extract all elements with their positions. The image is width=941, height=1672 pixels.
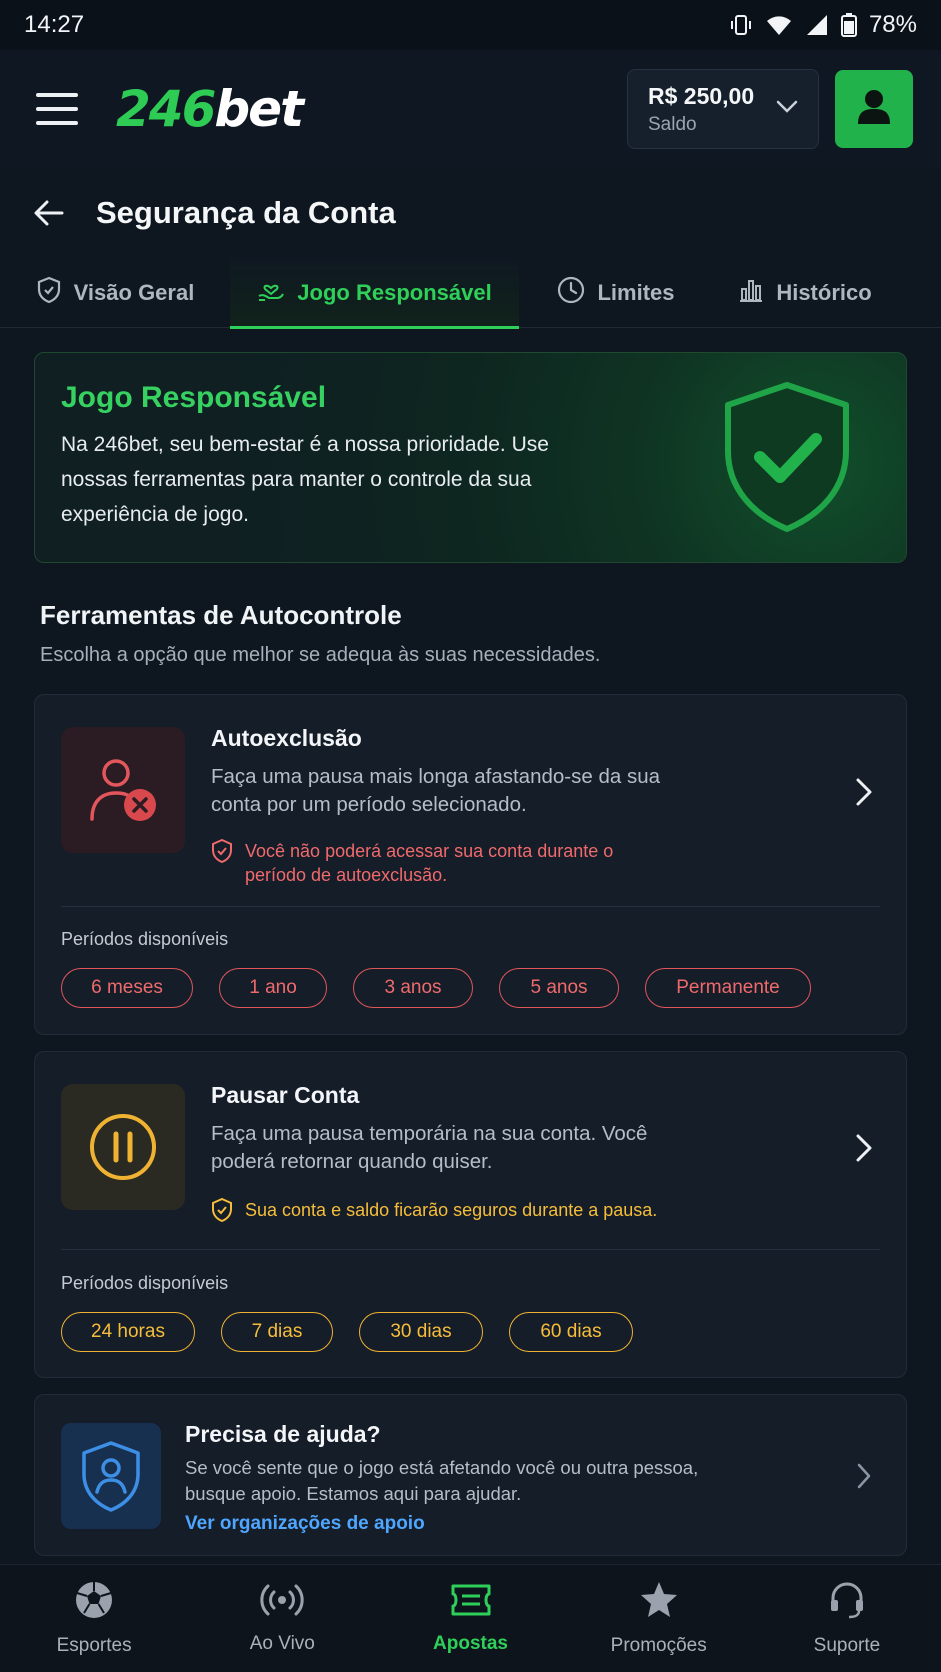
- period-chip-30-dias[interactable]: 30 dias: [359, 1312, 483, 1352]
- pause-account-description: Faça uma pausa temporária na sua conta. …: [211, 1122, 648, 1173]
- balance-dropdown[interactable]: R$ 250,00 Saldo: [627, 69, 819, 149]
- shield-check-small-icon: [211, 1197, 233, 1228]
- shield-icon: [36, 276, 62, 310]
- period-chip-5-anos[interactable]: 5 anos: [499, 968, 619, 1008]
- help-card[interactable]: Precisa de ajuda? Se você sente que o jo…: [34, 1394, 907, 1556]
- status-time: 14:27: [24, 11, 85, 38]
- pause-account-note: Sua conta e saldo ficarão seguros durant…: [211, 1197, 691, 1228]
- pause-icon: [61, 1084, 185, 1210]
- hand-heart-icon: [257, 276, 285, 310]
- bet-ticket-icon: [450, 1582, 492, 1623]
- tab-jogo-responsavel[interactable]: Jogo Responsável: [230, 258, 519, 329]
- chevron-right-icon[interactable]: [854, 1133, 874, 1168]
- soccer-ball-icon: [74, 1580, 114, 1625]
- menu-icon[interactable]: [36, 93, 78, 125]
- status-icons: 78%: [729, 11, 917, 39]
- self-exclusion-card[interactable]: Autoexclusão Faça uma pausa mais longa a…: [34, 694, 907, 1035]
- support-organizations-link[interactable]: Ver organizações de apoio: [185, 1513, 425, 1535]
- nav-apostas[interactable]: Apostas: [376, 1565, 564, 1672]
- pause-account-card[interactable]: Pausar Conta Faça uma pausa temporária n…: [34, 1051, 907, 1378]
- divider: [61, 1249, 880, 1250]
- profile-button[interactable]: [835, 70, 913, 148]
- vibrate-icon: [729, 13, 753, 37]
- nav-suporte[interactable]: Suporte: [753, 1565, 941, 1672]
- headset-icon: [827, 1580, 867, 1625]
- period-chip-24-horas[interactable]: 24 horas: [61, 1312, 195, 1352]
- signal-icon: [805, 13, 829, 37]
- periods-label: Períodos disponíveis: [61, 929, 229, 949]
- balance-amount: R$ 250,00: [648, 82, 755, 109]
- divider: [61, 906, 880, 907]
- star-icon: [639, 1580, 679, 1625]
- self-exclusion-warning: Você não poderá acessar sua conta durant…: [211, 838, 631, 887]
- period-chip-60-dias[interactable]: 60 dias: [509, 1312, 633, 1352]
- nav-ao-vivo[interactable]: Ao Vivo: [188, 1565, 376, 1672]
- tab-limites[interactable]: Limites: [548, 258, 684, 328]
- chevron-right-icon[interactable]: [854, 1461, 874, 1496]
- shield-user-icon: [61, 1423, 161, 1529]
- tab-historico[interactable]: Histórico: [730, 258, 880, 328]
- period-chip-7-dias[interactable]: 7 dias: [221, 1312, 333, 1352]
- page-title: Segurança da Conta: [96, 195, 396, 230]
- brand-logo[interactable]: 246 bet: [116, 80, 304, 138]
- back-arrow-icon[interactable]: [32, 196, 66, 230]
- chevron-down-icon: [776, 100, 798, 119]
- nav-esportes[interactable]: Esportes: [0, 1565, 188, 1672]
- wifi-icon: [765, 13, 793, 37]
- pause-period-chips: 24 horas 7 dias 30 dias 60 dias: [61, 1312, 633, 1352]
- bottom-navigation: Esportes Ao Vivo Apostas Promoções Supor…: [0, 1564, 941, 1672]
- shield-check-icon: [722, 381, 852, 538]
- bar-chart-icon: [738, 277, 764, 309]
- battery-percent: 78%: [868, 11, 917, 38]
- period-chip-6-meses[interactable]: 6 meses: [61, 968, 193, 1008]
- period-chip-1-ano[interactable]: 1 ano: [219, 968, 327, 1008]
- shield-warning-icon: [211, 838, 233, 887]
- self-exclusion-period-chips: 6 meses 1 ano 3 anos 5 anos Permanente: [61, 968, 811, 1008]
- period-chip-permanente[interactable]: Permanente: [645, 968, 811, 1008]
- self-exclusion-title: Autoexclusão: [211, 725, 362, 751]
- user-icon: [856, 88, 892, 131]
- self-exclusion-description: Faça uma pausa mais longa afastando-se d…: [211, 765, 660, 816]
- balance-label: Saldo: [648, 113, 697, 135]
- tab-bar: Visão Geral Jogo Responsável Limites His…: [0, 258, 941, 329]
- period-chip-3-anos[interactable]: 3 anos: [353, 968, 473, 1008]
- battery-icon: [840, 13, 857, 37]
- status-bar: 14:27 78%: [0, 0, 941, 50]
- tab-visao-geral[interactable]: Visão Geral: [30, 258, 200, 328]
- chevron-right-icon[interactable]: [854, 777, 874, 812]
- clock-icon: [557, 276, 585, 310]
- periods-label: Períodos disponíveis: [61, 1273, 229, 1293]
- banner-text: Na 246bet, seu bem-estar é a nossa prior…: [61, 433, 549, 526]
- live-broadcast-icon: [260, 1582, 304, 1623]
- section-subtitle: Escolha a opção que melhor se adequa às …: [40, 644, 601, 666]
- responsible-gaming-banner: Jogo Responsável Na 246bet, seu bem-esta…: [34, 352, 907, 563]
- pause-account-title: Pausar Conta: [211, 1082, 360, 1108]
- section-title: Ferramentas de Autocontrole: [40, 600, 402, 630]
- user-block-icon: [61, 727, 185, 853]
- help-description: Se você sente que o jogo está afetando v…: [185, 1457, 699, 1504]
- app-header: 246 bet R$ 250,00 Saldo: [0, 50, 941, 168]
- nav-promocoes[interactable]: Promoções: [565, 1565, 753, 1672]
- page-title-row: Segurança da Conta: [0, 168, 941, 258]
- help-title: Precisa de ajuda?: [185, 1421, 381, 1447]
